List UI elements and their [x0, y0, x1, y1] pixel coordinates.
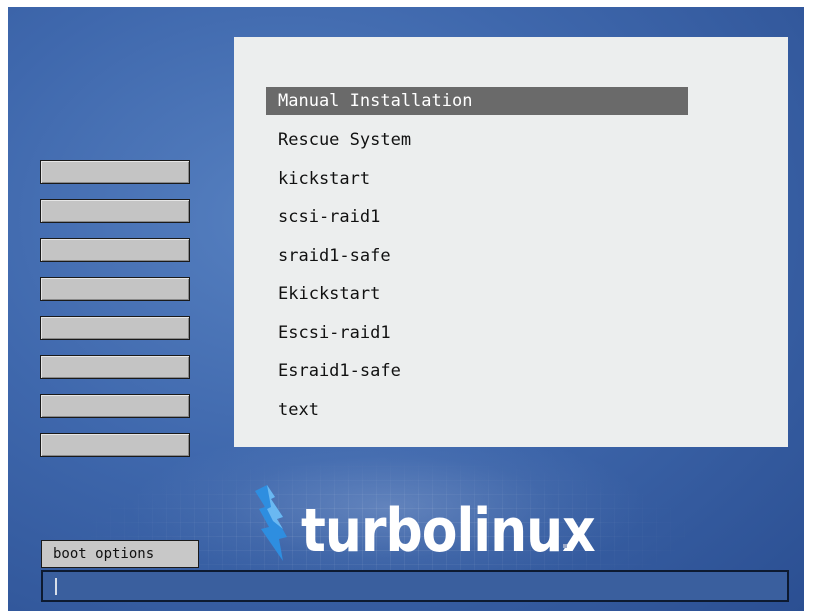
menu-item-esraid1-safe[interactable]: Esraid1-safe: [266, 357, 688, 385]
sidebar-button-5[interactable]: [40, 316, 190, 340]
boot-options-label: boot options: [41, 540, 199, 568]
boot-options-input[interactable]: [41, 570, 789, 602]
menu-item-manual-installation[interactable]: Manual Installation: [266, 87, 688, 115]
sidebar-button-4[interactable]: [40, 277, 190, 301]
lightning-bolt-icon: [255, 485, 287, 561]
menu-item-ekickstart[interactable]: Ekickstart: [266, 280, 688, 308]
menu-item-rescue-system[interactable]: Rescue System: [266, 126, 688, 154]
sidebar-button-8[interactable]: [40, 433, 190, 457]
logo-dot: [563, 544, 567, 548]
menu-item-text[interactable]: text: [266, 396, 688, 424]
sidebar-button-2[interactable]: [40, 199, 190, 223]
boot-screen: Manual Installation Rescue System kickst…: [8, 7, 804, 611]
menu-item-scsi-raid1[interactable]: scsi-raid1: [266, 203, 688, 231]
logo-wordmark: turbolinux: [301, 497, 596, 566]
boot-menu-panel: Manual Installation Rescue System kickst…: [234, 37, 788, 447]
menu-item-sraid1-safe[interactable]: sraid1-safe: [266, 242, 688, 270]
sidebar-button-3[interactable]: [40, 238, 190, 262]
sidebar-button-1[interactable]: [40, 160, 190, 184]
turbolinux-logo: turbolinux: [253, 483, 596, 567]
menu-item-escsi-raid1[interactable]: Escsi-raid1: [266, 319, 688, 347]
menu-item-kickstart[interactable]: kickstart: [266, 165, 688, 193]
sidebar-button-7[interactable]: [40, 394, 190, 418]
text-cursor: [55, 578, 57, 595]
sidebar-button-6[interactable]: [40, 355, 190, 379]
